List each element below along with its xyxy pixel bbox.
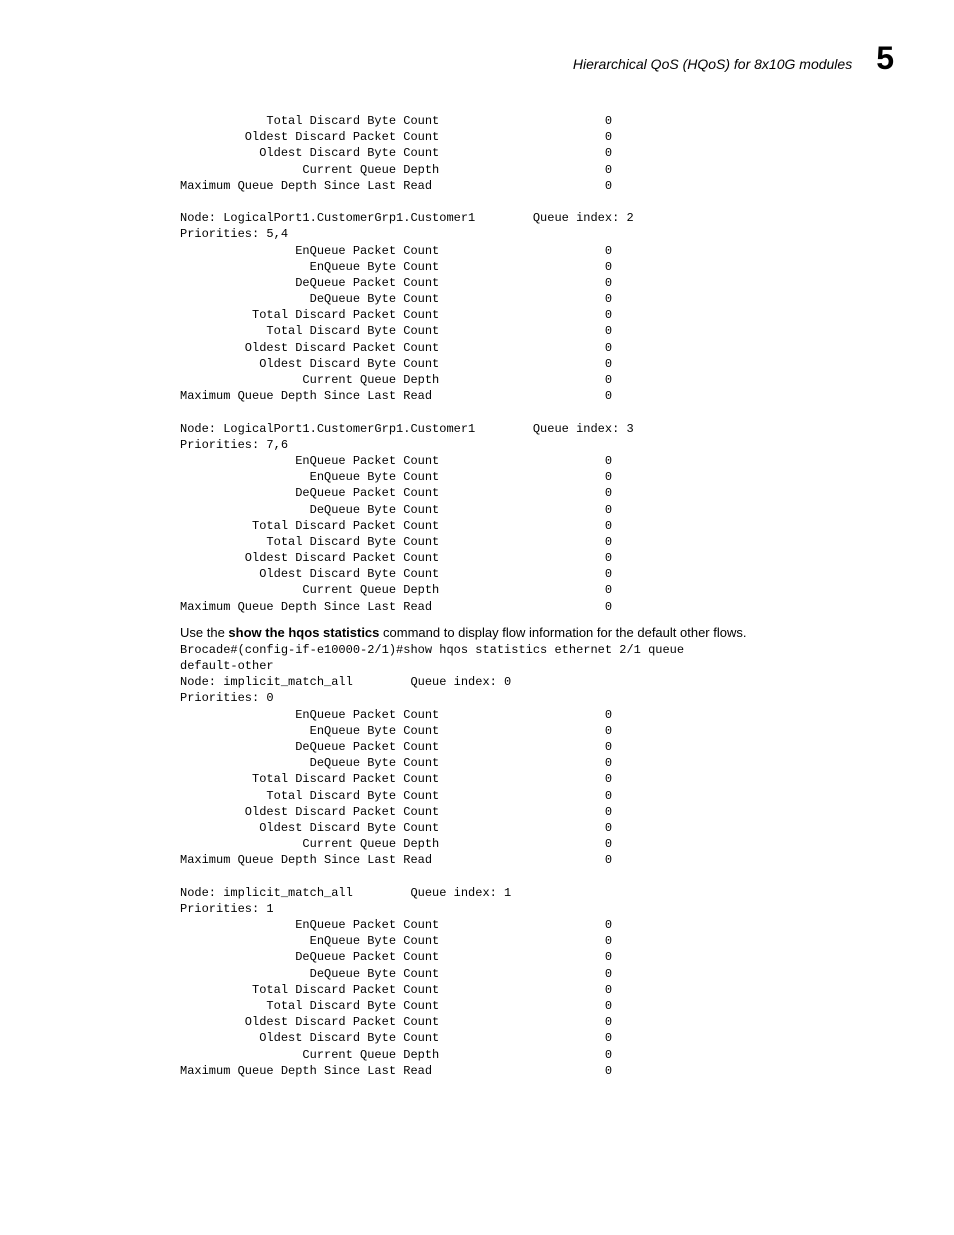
cli-output-block-2: Brocade#(config-if-e10000-2/1)#show hqos… (180, 642, 894, 1079)
chapter-number: 5 (876, 40, 894, 77)
cli-output-block-1: Total Discard Byte Count 0 Oldest Discar… (180, 113, 894, 615)
command-name: show the hqos statistics (228, 625, 379, 640)
header-title: Hierarchical QoS (HQoS) for 8x10G module… (573, 56, 852, 72)
page-header: Hierarchical QoS (HQoS) for 8x10G module… (60, 40, 894, 77)
para-pre: Use the (180, 625, 228, 640)
description-paragraph: Use the show the hqos statistics command… (180, 625, 894, 640)
para-post: command to display flow information for … (379, 625, 746, 640)
page-content: Total Discard Byte Count 0 Oldest Discar… (180, 113, 894, 1079)
